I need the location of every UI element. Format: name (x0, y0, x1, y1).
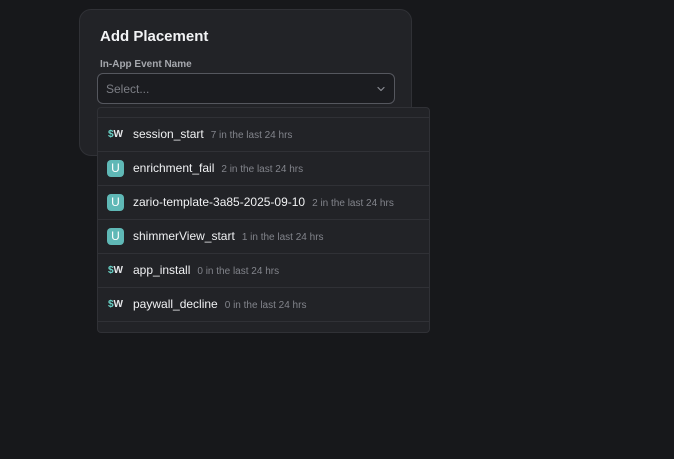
option-name: enrichment_fail (133, 161, 215, 175)
superwall-icon: $ W (107, 265, 123, 276)
option-item[interactable]: U shimmerView_start 1 in the last 24 hrs (98, 220, 429, 254)
card-title: Add Placement (100, 28, 209, 45)
event-name-label: In-App Event Name (100, 59, 192, 70)
option-name: shimmerView_start (133, 229, 235, 243)
chevron-down-icon (377, 86, 385, 92)
option-name: zario-template-3a85-2025-09-10 (133, 195, 306, 209)
option-item[interactable]: $ W paywall_decline 0 in the last 24 hrs (98, 288, 429, 322)
option-count: 0 in the last 24 hrs (224, 300, 307, 311)
select-placeholder: Select... (106, 82, 150, 96)
option-count: 2 in the last 24 hrs (312, 198, 394, 209)
option-item[interactable]: $ W session_start 7 in the last 24 hrs (98, 118, 429, 152)
event-dropdown: $ W session_start 7 in the last 24 hrs U e… (97, 107, 430, 333)
option-count: 7 in the last 24 hrs (210, 130, 293, 141)
superwall-icon: $ W (107, 129, 123, 140)
option-name: session_start (133, 127, 204, 141)
user-event-icon: U (107, 194, 124, 211)
option-item[interactable]: U enrichment_fail 2 in the last 24 hrs (98, 152, 429, 186)
option-count: 2 in the last 24 hrs (221, 164, 304, 175)
user-event-icon: U (107, 160, 124, 177)
superwall-icon: $ W (107, 299, 123, 310)
option-count: 1 in the last 24 hrs (241, 232, 324, 243)
user-event-icon: U (107, 228, 124, 245)
event-name-select[interactable]: Select... (97, 73, 395, 104)
option-name: app_install (133, 263, 191, 277)
option-item[interactable]: $ W app_install 0 in the last 24 hrs (98, 254, 429, 288)
option-item[interactable]: U zario-template-3a85-2025-09-10 2 in the… (98, 186, 429, 220)
option-count: 0 in the last 24 hrs (197, 266, 280, 277)
option-name: paywall_decline (133, 297, 218, 311)
